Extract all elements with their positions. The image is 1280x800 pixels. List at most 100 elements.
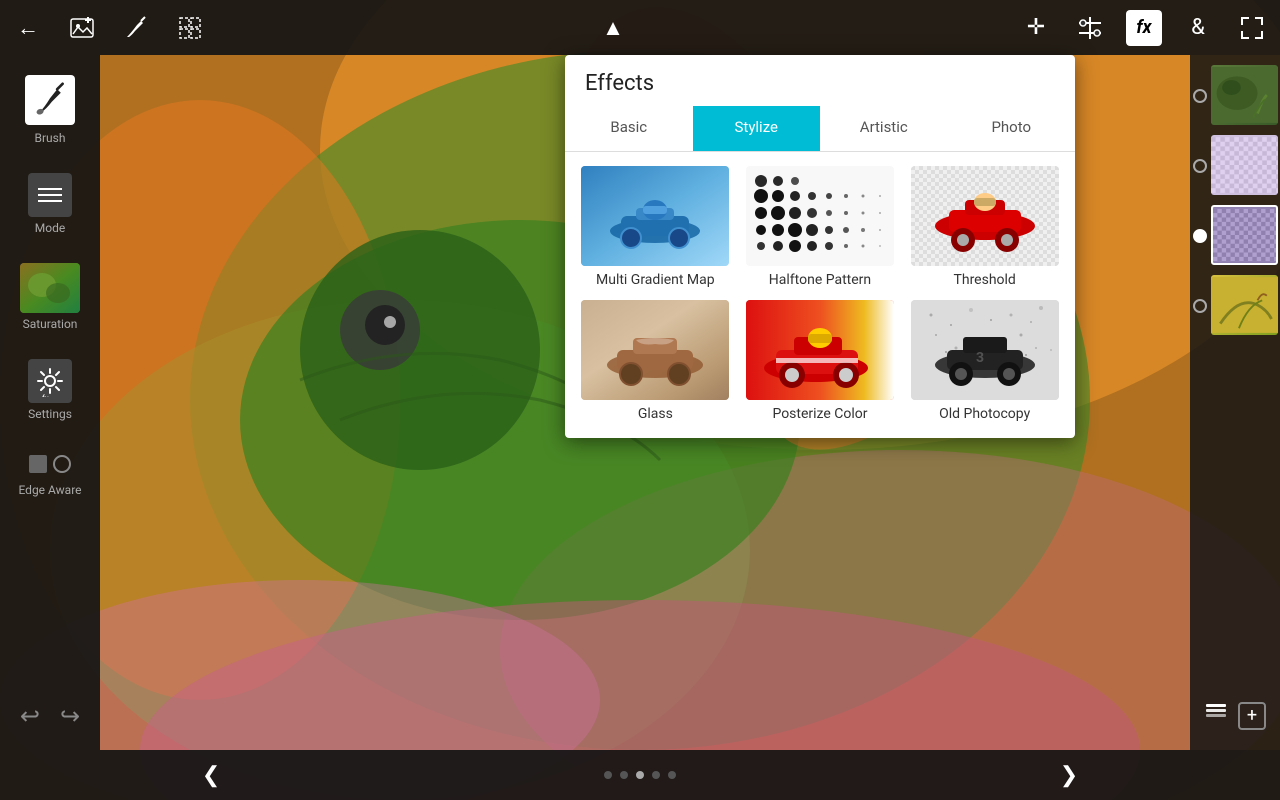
halftone-pattern-preview — [746, 166, 894, 266]
layer-thumb-1-img — [1211, 65, 1278, 125]
tab-stylize[interactable]: Stylize — [693, 106, 821, 151]
effect-halftone-pattern[interactable]: Halftone Pattern — [744, 166, 897, 288]
effect-thumb-multi-gradient-map — [581, 166, 729, 266]
multi-gradient-map-preview — [581, 166, 729, 266]
redo-button[interactable]: ↪ — [60, 702, 80, 730]
dot-4 — [652, 771, 660, 779]
posterize-color-preview — [746, 300, 894, 400]
bottom-bar: ❮ ❯ — [0, 750, 1280, 800]
effect-label-halftone-pattern: Halftone Pattern — [769, 272, 871, 288]
sidebar-item-saturation[interactable]: Saturation — [0, 253, 100, 341]
layer-radio-4[interactable] — [1193, 299, 1207, 313]
effect-glass[interactable]: Glass — [579, 300, 732, 422]
edge-aware-icon — [28, 449, 72, 479]
mode-icon — [28, 173, 72, 217]
layers-stack-icon — [1204, 701, 1228, 725]
add-photo-button[interactable] — [64, 10, 100, 46]
left-sidebar: Brush Mode Saturation — [0, 55, 100, 750]
right-panel: + — [1190, 55, 1280, 750]
layer-thumb-3-img — [1213, 205, 1276, 265]
effect-multi-gradient-map[interactable]: Multi Gradient Map — [579, 166, 732, 288]
layer-radio-3[interactable] — [1193, 229, 1207, 243]
next-button[interactable]: ❯ — [1040, 763, 1098, 788]
effects-grid: Multi Gradient Map — [565, 166, 1075, 422]
prev-button[interactable]: ❮ — [182, 763, 240, 788]
link-button[interactable]: & — [1180, 10, 1216, 46]
toolbar-right: ✛ fx & — [1018, 10, 1270, 46]
dot-5 — [668, 771, 676, 779]
layer-thumb-1[interactable] — [1211, 65, 1278, 125]
sidebar-item-mode[interactable]: Mode — [0, 163, 100, 245]
tab-basic[interactable]: Basic — [565, 106, 693, 151]
dot-2 — [620, 771, 628, 779]
effect-threshold[interactable]: Threshold — [908, 166, 1061, 288]
effect-old-photocopy[interactable]: 3 Old Photocopy — [908, 300, 1061, 422]
add-layer-button[interactable]: + — [1238, 702, 1266, 730]
sidebar-item-edge-aware[interactable]: Edge Aware — [0, 439, 100, 507]
add-button[interactable]: ✛ — [1018, 10, 1054, 46]
layer-row-3 — [1193, 205, 1278, 267]
dot-1 — [604, 771, 612, 779]
undo-redo-group: ↩ ↪ — [20, 702, 80, 750]
collapse-button[interactable]: ▲ — [595, 10, 631, 46]
back-button[interactable]: ← — [10, 10, 46, 46]
effects-tabs: Basic Stylize Artistic Photo — [565, 106, 1075, 152]
svg-text:3: 3 — [976, 350, 984, 366]
layer-thumb-3[interactable] — [1211, 205, 1278, 265]
layers-icon — [1204, 701, 1228, 730]
edge-aware-label: Edge Aware — [18, 483, 81, 497]
edge-aware-square — [29, 455, 47, 473]
effect-label-multi-gradient-map: Multi Gradient Map — [596, 272, 715, 288]
effects-title: Effects — [565, 55, 1075, 106]
effect-label-posterize-color: Posterize Color — [772, 406, 867, 422]
layer-radio-1[interactable] — [1193, 89, 1207, 103]
tab-photo[interactable]: Photo — [948, 106, 1076, 151]
layer-thumb-2[interactable] — [1211, 135, 1278, 195]
brush-tool-button[interactable] — [118, 10, 154, 46]
edge-aware-circle — [53, 455, 71, 473]
svg-text:fx: fx — [42, 394, 49, 397]
effect-thumb-halftone-pattern — [746, 166, 894, 266]
effect-posterize-color[interactable]: Posterize Color — [744, 300, 897, 422]
brush-label: Brush — [35, 131, 66, 145]
selection-tool-button[interactable] — [172, 10, 208, 46]
layer-thumb-4[interactable] — [1211, 275, 1278, 335]
layer-thumb-4-img — [1211, 275, 1278, 335]
layer-radio-2[interactable] — [1193, 159, 1207, 173]
settings-icon: fx — [34, 365, 66, 397]
brush-icon-box — [25, 75, 75, 125]
glass-preview — [581, 300, 729, 400]
layer-row-1 — [1193, 65, 1278, 127]
effect-thumb-threshold — [911, 166, 1059, 266]
effect-label-threshold: Threshold — [954, 272, 1016, 288]
right-panel-bottom: + — [1204, 701, 1266, 740]
effect-thumb-glass — [581, 300, 729, 400]
layer-row-2 — [1193, 135, 1278, 197]
settings-label: Settings — [28, 407, 72, 421]
saturation-thumb — [20, 263, 80, 313]
brush-icon — [32, 82, 68, 118]
sidebar-item-settings[interactable]: fx Settings — [0, 349, 100, 431]
saturation-label: Saturation — [23, 317, 78, 331]
settings-icon-box: fx — [28, 359, 72, 403]
bottom-dots — [604, 771, 676, 779]
layer-row-4 — [1193, 275, 1278, 337]
toolbar-center: ▲ — [595, 10, 631, 46]
effect-thumb-old-photocopy: 3 — [911, 300, 1059, 400]
threshold-preview — [911, 166, 1059, 266]
toolbar-left: ← — [10, 10, 208, 46]
expand-button[interactable] — [1234, 10, 1270, 46]
old-photocopy-preview: 3 — [911, 300, 1059, 400]
effect-thumb-posterize-color — [746, 300, 894, 400]
effect-label-old-photocopy: Old Photocopy — [939, 406, 1030, 422]
top-toolbar: ← ▲ ✛ fx & — [0, 0, 1280, 55]
mode-icon-svg — [34, 179, 66, 211]
effect-label-glass: Glass — [638, 406, 673, 422]
undo-button[interactable]: ↩ — [20, 702, 40, 730]
effects-panel: Effects Basic Stylize Artistic Photo — [565, 55, 1075, 438]
fx-button[interactable]: fx — [1126, 10, 1162, 46]
tab-artistic[interactable]: Artistic — [820, 106, 948, 151]
dot-3 — [636, 771, 644, 779]
adjust-button[interactable] — [1072, 10, 1108, 46]
sidebar-item-brush[interactable]: Brush — [0, 65, 100, 155]
